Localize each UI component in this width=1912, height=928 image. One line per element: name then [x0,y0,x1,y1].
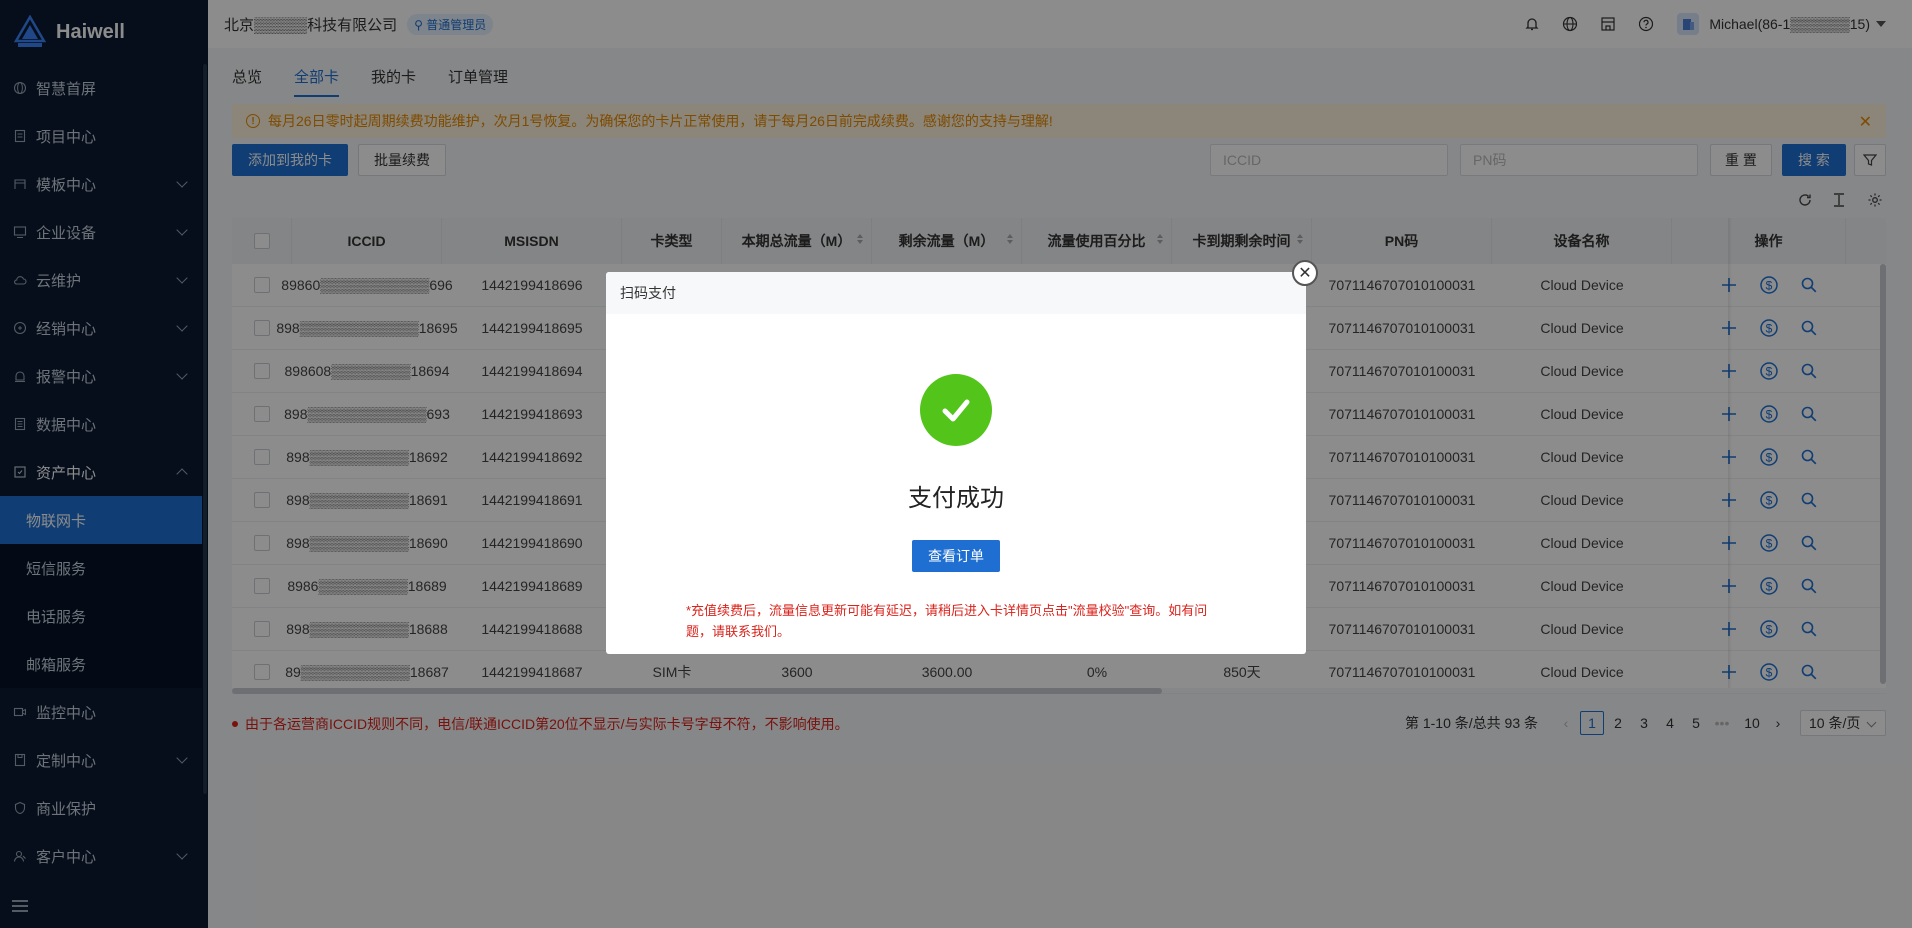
modal-header: 扫码支付 [606,272,1306,314]
modal-title: 扫码支付 [620,285,676,301]
renewal-note: *充值续费后，流量信息更新可能有延迟，请稍后进入卡详情页点击"流量校验"查询。如… [686,603,1208,639]
success-check-icon [920,374,992,446]
payment-modal: 扫码支付 ✕ 支付成功 查看订单 *充值续费后，流量信息更新可能有延迟，请稍后进… [606,260,1318,654]
payment-status: 支付成功 [908,485,1004,512]
close-icon[interactable]: ✕ [1292,260,1318,286]
view-order-button[interactable]: 查看订单 [912,540,1000,572]
